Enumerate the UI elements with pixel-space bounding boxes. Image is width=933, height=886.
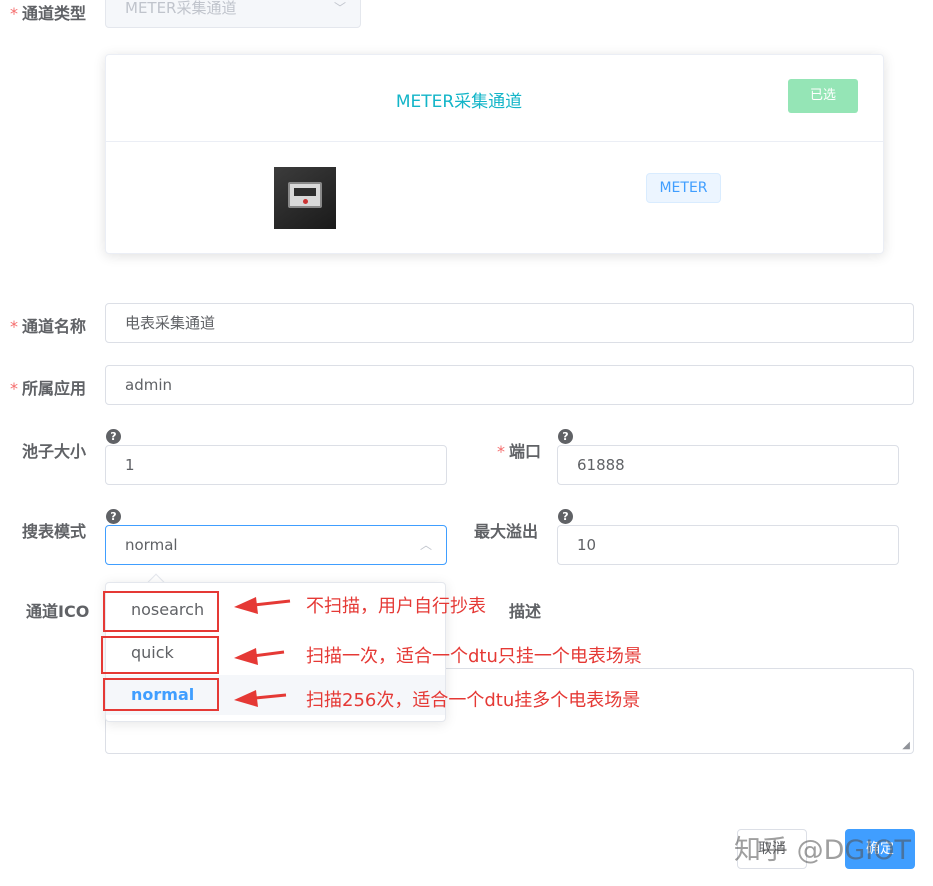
arrow-icon bbox=[234, 597, 258, 614]
annotation-nosearch: 不扫描，用户自行抄表 bbox=[306, 596, 486, 617]
annotation-normal: 扫描256次，适合一个dtu挂多个电表场景 bbox=[306, 690, 641, 711]
arrow-icon bbox=[234, 648, 258, 665]
watermark: 知乎 @DGIOT bbox=[734, 835, 912, 866]
annotation-quick: 扫描一次，适合一个dtu只挂一个电表场景 bbox=[306, 646, 642, 667]
annotation-arrows bbox=[234, 597, 291, 707]
arrow-icon bbox=[234, 690, 258, 707]
